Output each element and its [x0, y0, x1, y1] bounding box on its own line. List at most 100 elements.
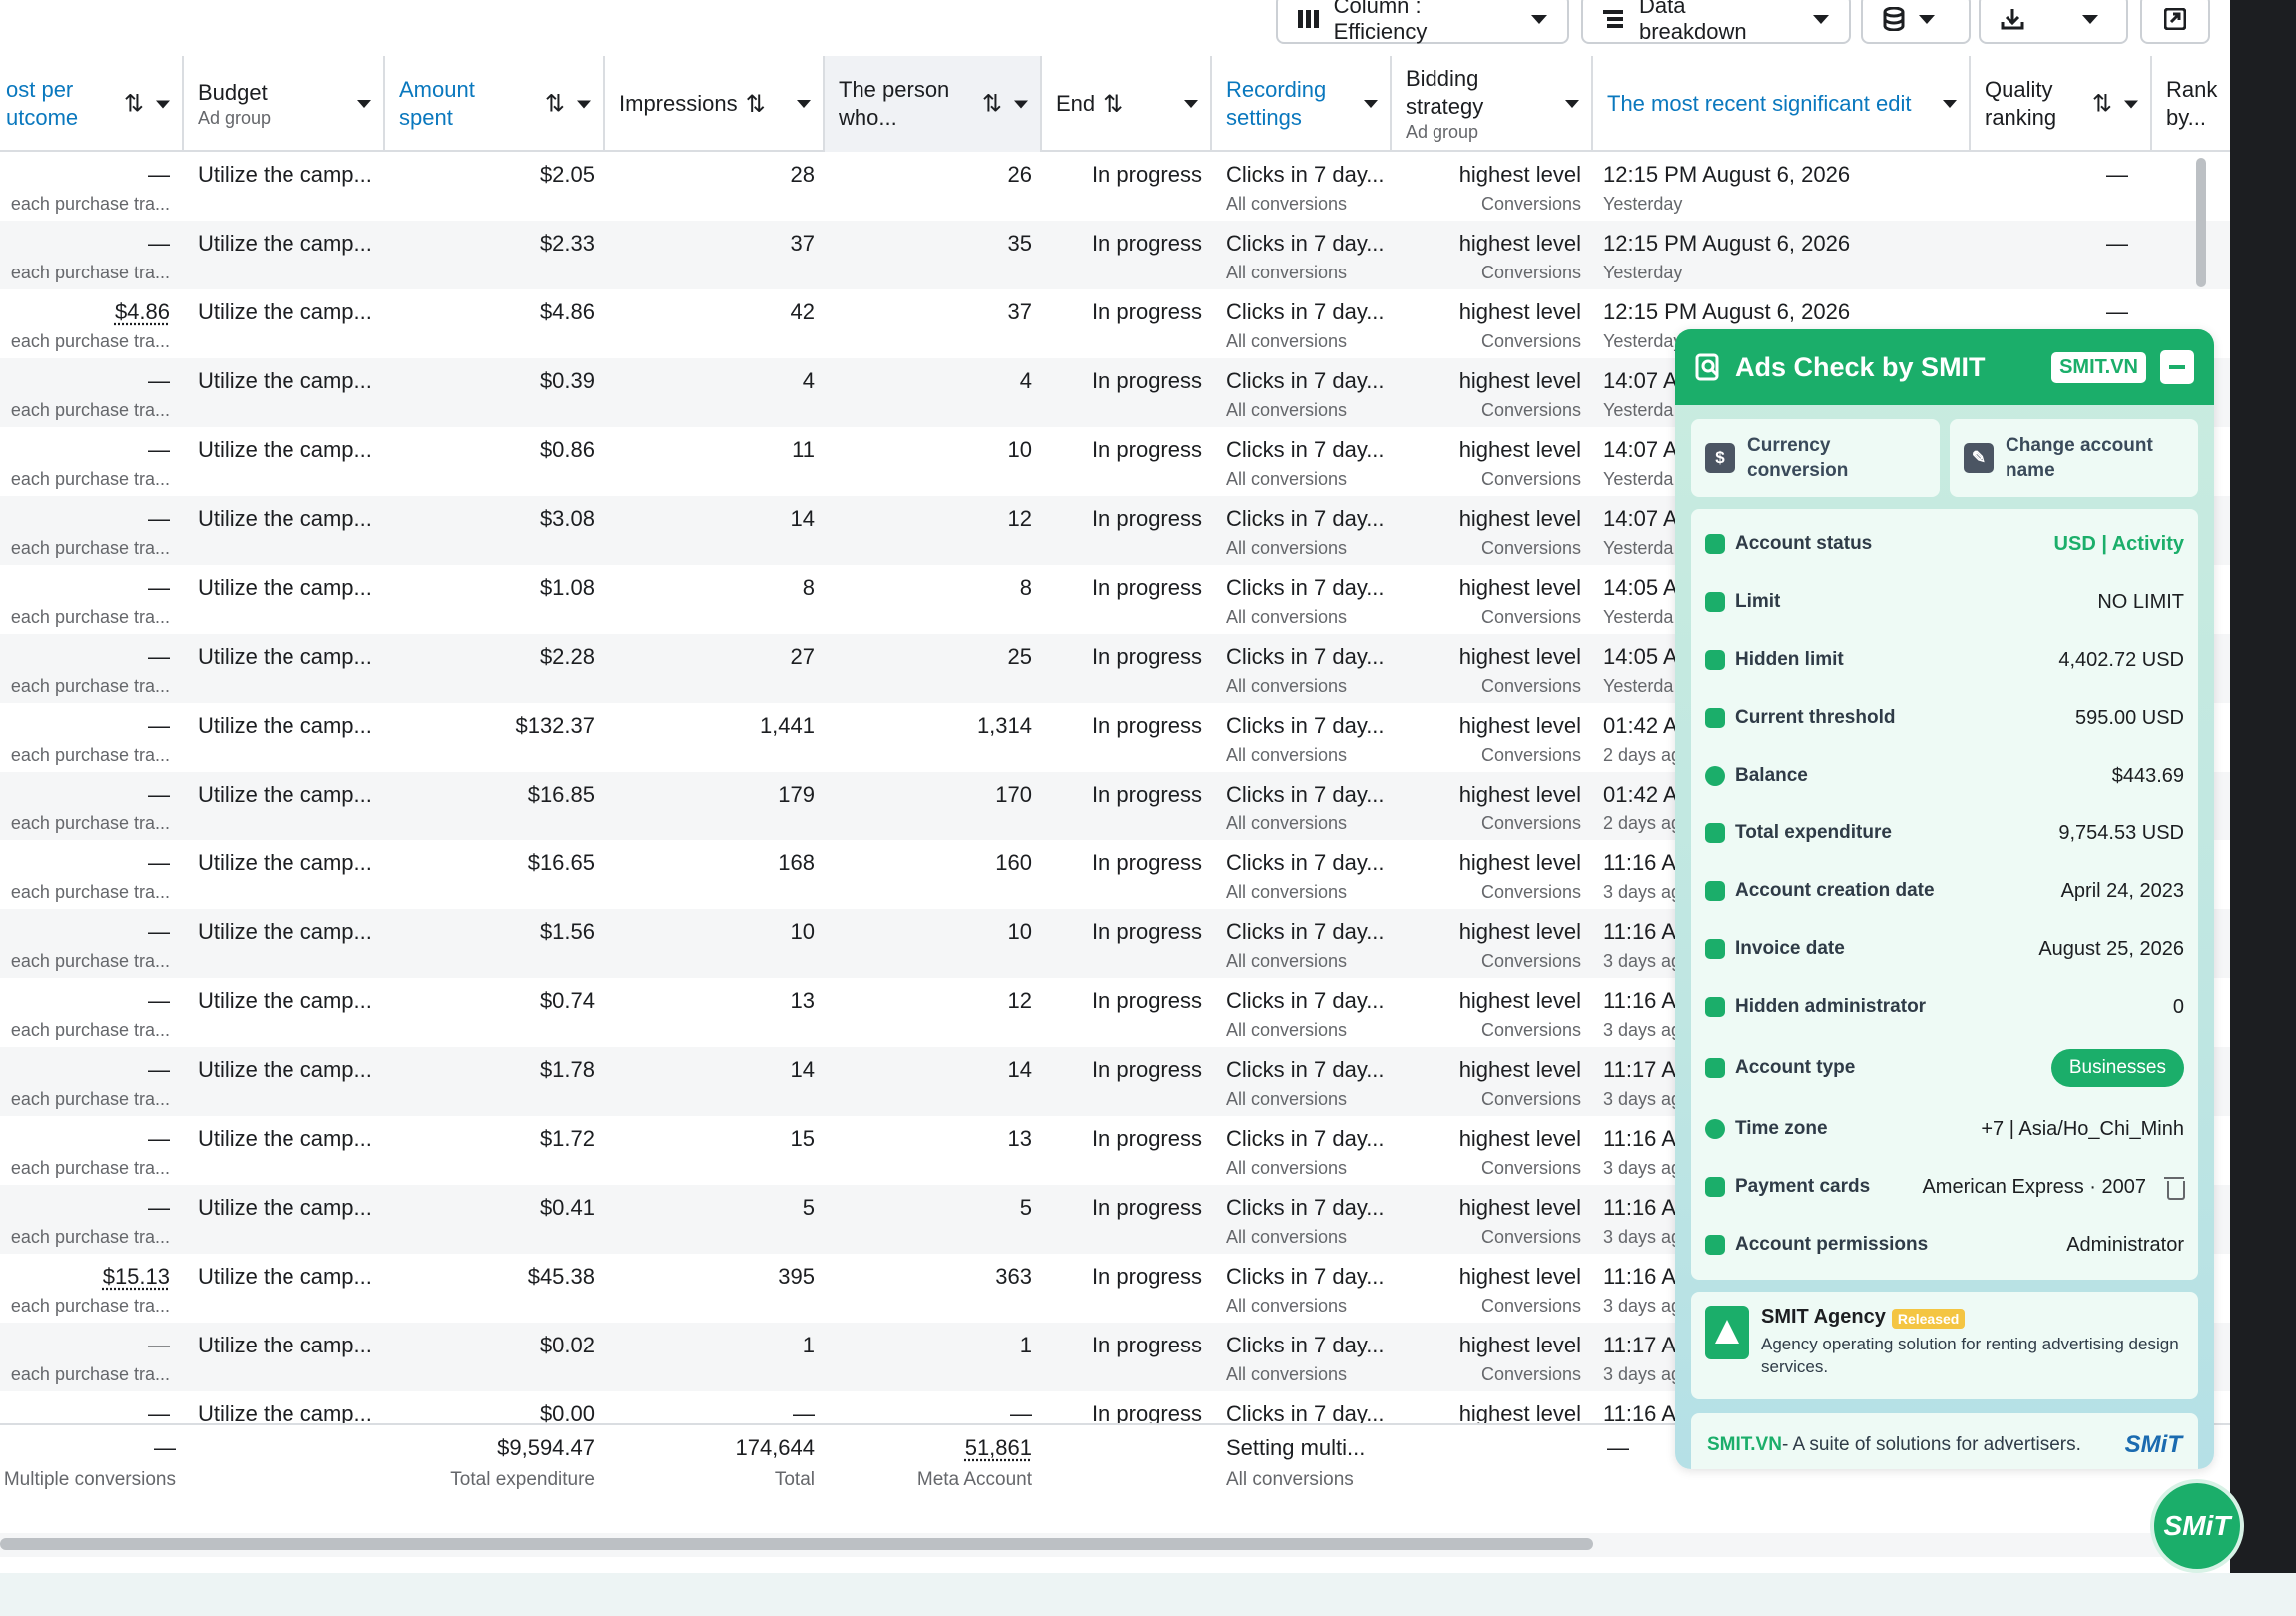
col-bidding-label: Bidding strategy: [1406, 66, 1484, 119]
col-recent-edit[interactable]: The most recent significant edit: [1593, 56, 1971, 152]
cell-reach: 10: [1007, 437, 1032, 462]
currency-conversion-button[interactable]: $ Currency conversion: [1691, 419, 1940, 497]
cell-cost: $4.86 each purchase tra...: [10, 299, 170, 351]
minimize-button[interactable]: [2160, 350, 2194, 384]
cell-impressions: 27: [790, 644, 815, 669]
info-row: Account creation date April 24, 2023: [1705, 862, 2184, 920]
info-key: Account type: [1735, 1057, 1856, 1078]
browser-side-strip: [2230, 0, 2296, 1573]
chevron-down-icon[interactable]: [1364, 100, 1378, 108]
table-row[interactable]: — each purchase tra... Utilize the camp...…: [0, 152, 2230, 221]
chart-icon: [1705, 534, 1725, 554]
share-button[interactable]: [2140, 0, 2210, 44]
col-impressions[interactable]: Impressions ⇅: [605, 56, 825, 152]
change-account-name-button[interactable]: ✎ Change account name: [1950, 419, 2198, 497]
chevron-down-icon[interactable]: [357, 100, 371, 108]
dollar-icon: $: [1705, 443, 1735, 473]
cell-end: In progress: [1091, 782, 1202, 807]
vertical-scrollbar[interactable]: [2196, 158, 2206, 287]
sort-icon[interactable]: ⇅: [2092, 90, 2112, 119]
cell-bid: highest level Conversions: [1458, 644, 1581, 696]
cell-rec: Clicks in 7 day... All conversions: [1226, 231, 1385, 282]
cell-budget: Utilize the camp...: [198, 368, 372, 393]
cell-rec: Clicks in 7 day... All conversions: [1226, 506, 1385, 558]
table-row[interactable]: — each purchase tra... Utilize the camp...…: [0, 221, 2230, 289]
col-rank-label: Rank by...: [2166, 77, 2218, 130]
smit-link[interactable]: SMIT.VN: [2051, 351, 2146, 383]
cell-reach: 363: [995, 1264, 1032, 1289]
cell-rec: Clicks in 7 day... All conversions: [1226, 368, 1385, 420]
sort-icon[interactable]: ⇅: [1103, 90, 1123, 119]
cell-cost: — each purchase tra...: [10, 231, 170, 282]
footer-brand[interactable]: SMIT.VN: [1707, 1434, 1782, 1456]
horizontal-scrollbar[interactable]: [0, 1538, 1593, 1550]
sort-icon[interactable]: ⇅: [746, 90, 766, 119]
col-recording-settings[interactable]: Recording settings: [1212, 56, 1392, 152]
cell-rec: Clicks in 7 day... All conversions: [1226, 782, 1385, 833]
col-quality-ranking[interactable]: Quality ranking ⇅: [1971, 56, 2152, 152]
sort-icon[interactable]: ⇅: [545, 90, 565, 119]
info-row: Invoice date August 25, 2026: [1705, 920, 2184, 978]
col-bidding-strategy[interactable]: Bidding strategy Ad group: [1392, 56, 1593, 152]
export-button[interactable]: [1979, 0, 2128, 44]
cell-bid: highest level Conversions: [1458, 988, 1581, 1040]
cell-bid: highest level Conversions: [1458, 1195, 1581, 1247]
agency-title: SMIT Agency: [1761, 1306, 1886, 1328]
col-cost-per-outcome[interactable]: ost per utcome ⇅: [0, 56, 184, 152]
cell-budget: Utilize the camp...: [198, 162, 372, 187]
cell-budget: Utilize the camp...: [198, 713, 372, 738]
chevron-down-icon[interactable]: [797, 100, 811, 108]
col-end[interactable]: End ⇅: [1042, 56, 1212, 152]
cell-impressions: 1: [802, 1333, 815, 1357]
columns-button[interactable]: Column : Efficiency: [1276, 0, 1569, 44]
cell-rec: Clicks in 7 day... All conversions: [1226, 437, 1385, 489]
info-key: Account permissions: [1735, 1234, 1929, 1255]
chevron-down-icon[interactable]: [1943, 100, 1957, 108]
info-row: Hidden limit 4,402.72 USD: [1705, 631, 2184, 689]
cell-impressions: 28: [790, 162, 815, 187]
cell-end: In progress: [1091, 1057, 1202, 1082]
chevron-down-icon[interactable]: [2124, 100, 2138, 108]
reports-button[interactable]: [1861, 0, 1971, 44]
col-amount-spent[interactable]: Amount spent ⇅: [385, 56, 605, 152]
cell-bid: highest level Conversions: [1458, 368, 1581, 420]
cell-amount: $1.72: [539, 1126, 595, 1151]
agency-logo-icon: [1705, 1306, 1749, 1359]
cell-amount: $0.39: [539, 368, 595, 393]
chevron-down-icon[interactable]: [1565, 100, 1579, 108]
cell-cost: — each purchase tra...: [10, 1057, 170, 1109]
calendar-icon: [1705, 881, 1725, 901]
col-rank[interactable]: Rank by...: [2152, 56, 2230, 152]
cell-bid: highest level Conversions: [1458, 575, 1581, 627]
cell-reach: 25: [1007, 644, 1032, 669]
cell-impressions: 168: [778, 850, 815, 875]
cell-amount: $16.65: [527, 850, 595, 875]
sort-icon[interactable]: ⇅: [124, 90, 144, 119]
trash-icon[interactable]: [2164, 1175, 2185, 1200]
breakdown-button[interactable]: Data breakdown: [1581, 0, 1851, 44]
col-quality-label: Quality ranking: [1985, 77, 2057, 130]
smit-fab-button[interactable]: SMiT: [2150, 1479, 2244, 1573]
chevron-down-icon[interactable]: [1184, 100, 1198, 108]
cell-rec: Clicks in 7 day... All conversions: [1226, 644, 1385, 696]
agency-card[interactable]: SMIT Agency Released Agency operating sol…: [1691, 1292, 2198, 1399]
cell-cost: — each purchase tra...: [10, 162, 170, 214]
info-row: Account permissions Administrator: [1705, 1216, 2184, 1274]
info-value: +7 | Asia/Ho_Chi_Minh: [1981, 1117, 2184, 1140]
cell-cost: — each purchase tra...: [10, 1195, 170, 1247]
cell-reach: 170: [995, 782, 1032, 807]
cell-rec: Clicks in 7 day... All conversions: [1226, 162, 1385, 214]
col-reach-label: The person who...: [839, 77, 950, 130]
chevron-down-icon[interactable]: [156, 100, 170, 108]
col-budget[interactable]: Budget Ad group: [184, 56, 385, 152]
chevron-down-icon[interactable]: [577, 100, 591, 108]
col-reach[interactable]: The person who... ⇅: [825, 56, 1042, 152]
info-value: NO LIMIT: [2097, 590, 2184, 613]
chevron-down-icon[interactable]: [1014, 100, 1028, 108]
cell-bid: highest level Conversions: [1458, 850, 1581, 902]
browser-side-strip-bottom: [2230, 1573, 2296, 1616]
panel-title: Ads Check by SMIT: [1735, 351, 1986, 382]
sort-icon[interactable]: ⇅: [982, 90, 1002, 119]
cell-budget: Utilize the camp...: [198, 1264, 372, 1289]
cell-cost: — each purchase tra...: [10, 1126, 170, 1178]
